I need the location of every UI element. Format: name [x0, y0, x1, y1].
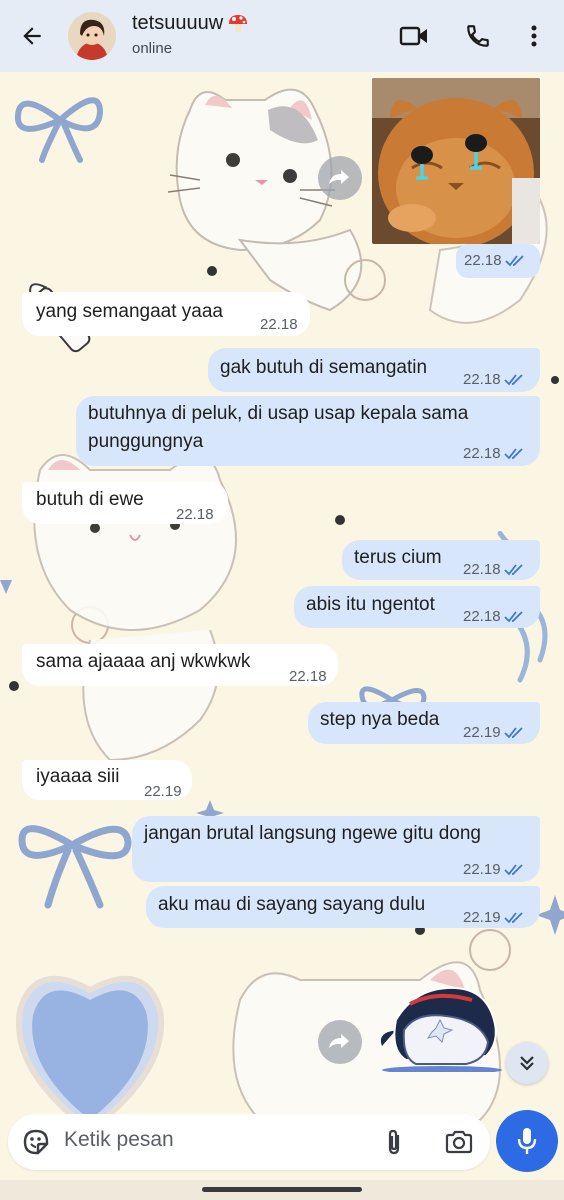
message-meta: 22.18	[463, 603, 526, 631]
message-text: iyaaaa siii	[36, 766, 120, 787]
read-ticks-icon	[503, 912, 523, 924]
contact-status: online	[132, 40, 173, 57]
message-bubble-outgoing[interactable]: jangan brutal langsung ngewe gitu dong 2…	[132, 816, 540, 882]
sleeping-character-sticker	[380, 986, 502, 1074]
message-time: 22.19	[463, 861, 501, 878]
read-ticks-icon	[503, 374, 523, 386]
message-meta: 22.18	[463, 440, 526, 468]
voice-call-button[interactable]	[460, 18, 496, 54]
mushroom-emoji-icon	[229, 14, 248, 32]
video-call-icon	[399, 26, 427, 46]
read-ticks-icon	[503, 727, 523, 739]
read-ticks-icon	[503, 611, 523, 623]
message-time: 22.18	[463, 561, 501, 578]
read-ticks-icon	[504, 254, 524, 266]
camera-button[interactable]	[442, 1126, 476, 1158]
message-text-line1: butuhnya di peluk, di usap usap kepala s…	[88, 403, 469, 424]
microphone-icon	[517, 1128, 537, 1154]
message-bubble-incoming[interactable]: iyaaaa siii 22.19	[22, 760, 192, 800]
read-ticks-icon	[503, 564, 523, 576]
avatar[interactable]	[68, 12, 116, 60]
message-bubble-incoming[interactable]: sama ajaaaa anj wkwkwk 22.18	[22, 644, 338, 686]
message-time: 22.18	[463, 608, 501, 625]
forward-button[interactable]	[318, 1020, 362, 1064]
contact-name-text: tetsuuuuw	[132, 12, 224, 34]
read-ticks-icon	[503, 448, 523, 460]
message-text: yang semangaat yaaa	[36, 301, 223, 322]
message-text: butuh di ewe	[36, 489, 144, 510]
message-meta: 22.19	[463, 856, 526, 884]
voice-call-icon	[467, 25, 489, 47]
message-composer: Ketik pesan	[8, 1114, 490, 1170]
contact-name[interactable]: tetsuuuuw	[132, 12, 249, 35]
message-meta: 22.19	[463, 904, 526, 932]
message-bubble-outgoing[interactable]: gak butuh di semangatin 22.18	[208, 348, 540, 392]
message-time: 22.18	[464, 252, 502, 269]
more-vert-icon	[531, 25, 537, 47]
chat-header: tetsuuuuw online	[0, 0, 564, 72]
camera-icon	[445, 1130, 473, 1154]
scroll-to-bottom-button[interactable]	[506, 1042, 548, 1084]
image-message[interactable]	[372, 78, 540, 244]
message-meta: 22.19	[463, 719, 526, 747]
message-time: 22.19	[463, 724, 501, 741]
message-time: 22.19	[144, 783, 182, 800]
voice-message-button[interactable]	[496, 1110, 558, 1172]
message-time: 22.19	[463, 909, 501, 926]
message-bubble-outgoing[interactable]: abis itu ngentot 22.18	[294, 586, 540, 628]
message-time: 22.18	[289, 668, 327, 685]
message-text: step nya beda	[320, 709, 440, 730]
message-bubble-incoming[interactable]: butuh di ewe 22.18	[22, 482, 228, 524]
message-time: 22.18	[176, 506, 214, 523]
double-chevron-down-icon	[520, 1056, 534, 1071]
attach-button[interactable]	[378, 1126, 410, 1158]
message-time: 22.18	[463, 371, 501, 388]
message-input[interactable]: Ketik pesan	[64, 1128, 174, 1152]
more-options-button[interactable]	[516, 18, 552, 54]
message-meta: 22.18	[463, 556, 526, 584]
image-timestamp: 22.18	[456, 244, 540, 278]
message-text: jangan brutal langsung ngewe gitu dong	[144, 823, 481, 844]
avatar-image	[68, 12, 116, 60]
message-text: abis itu ngentot	[306, 594, 435, 615]
message-time: 22.18	[260, 316, 298, 333]
crying-cat-photo	[372, 78, 540, 244]
system-navigation-bar	[0, 1180, 564, 1200]
read-ticks-icon	[503, 864, 523, 876]
message-meta: 22.18	[463, 366, 526, 394]
message-bubble-outgoing[interactable]: terus cium 22.18	[342, 540, 540, 580]
forward-icon	[329, 1034, 349, 1048]
message-text: aku mau di sayang sayang dulu	[158, 894, 426, 915]
message-text: gak butuh di semangatin	[220, 357, 428, 378]
message-text-line2: punggungnya	[88, 431, 204, 452]
message-bubble-outgoing[interactable]: butuhnya di peluk, di usap usap kepala s…	[76, 396, 540, 466]
sticker-message[interactable]	[376, 980, 508, 1074]
back-arrow-icon	[23, 27, 41, 45]
home-indicator[interactable]	[202, 1187, 362, 1192]
sticker-picker-button[interactable]	[20, 1126, 52, 1158]
back-button[interactable]	[14, 18, 50, 54]
forward-button[interactable]	[318, 156, 362, 200]
message-time: 22.18	[463, 445, 501, 462]
sticker-emoji-icon	[23, 1129, 49, 1155]
video-call-button[interactable]	[396, 18, 432, 54]
message-bubble-incoming[interactable]: yang semangaat yaaa 22.18	[22, 292, 310, 336]
paperclip-icon	[388, 1129, 400, 1155]
message-bubble-outgoing[interactable]: step nya beda 22.19	[308, 702, 540, 744]
message-text: terus cium	[354, 547, 442, 568]
message-text: sama ajaaaa anj wkwkwk	[36, 651, 251, 672]
forward-icon	[329, 170, 349, 184]
message-bubble-outgoing[interactable]: aku mau di sayang sayang dulu 22.19	[146, 886, 540, 928]
